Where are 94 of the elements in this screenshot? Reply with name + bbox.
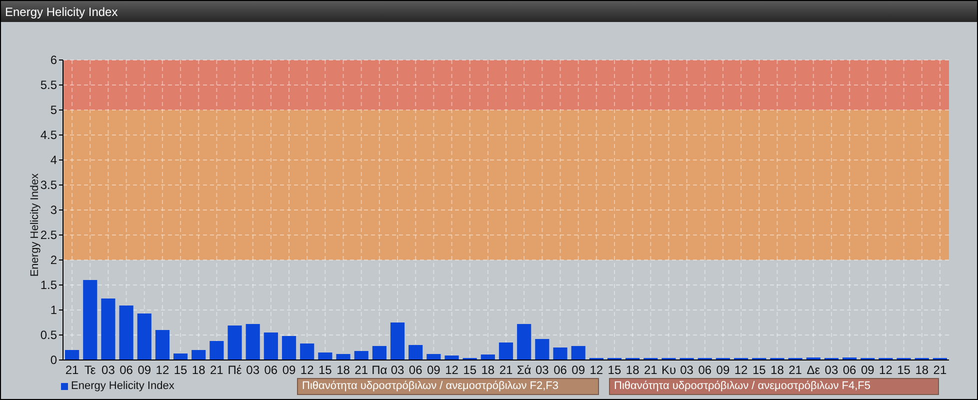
bar [480,354,495,360]
bar [408,345,423,360]
bar [119,306,134,360]
bar [282,336,296,360]
bar [264,332,278,360]
x-tick-label: 21 [644,363,658,377]
x-tick-label: 12 [445,363,458,377]
x-tick-label: 03 [246,363,260,377]
x-tick-label: 18 [915,363,929,377]
bar [137,314,152,360]
bar [535,339,550,360]
x-tick-label: 21 [210,363,224,377]
band-legend-label: Πιθανότητα υδροστρόβιλων / ανεμοστρόβιλων F4,F5 [609,378,939,394]
x-tick-label: 21 [354,363,368,377]
bar [517,324,532,360]
bar [372,346,386,360]
y-tick-label: 6 [50,53,57,67]
bar [444,356,459,360]
x-tick-label: 21 [933,363,947,377]
bar [101,298,116,360]
x-tick-label: 18 [336,363,350,377]
bar [842,358,857,360]
x-tick-label: 21 [65,363,79,377]
bar [65,350,80,360]
y-tick-label: 4.5 [40,128,57,142]
x-tick-label: 09 [282,363,296,377]
x-tick-label: 18 [481,363,495,377]
x-tick-label: 06 [554,363,567,377]
y-tick-label: 1 [50,303,57,317]
x-tick-label: 21 [788,363,802,377]
x-tick-label: 18 [770,363,784,377]
x-tick-label: 06 [408,363,422,377]
x-tick-label: Σά [516,363,532,377]
x-tick-label: 18 [626,363,640,377]
band-legend-label: Πιθανότητα υδροστρόβιλων / ανεμοστρόβιλων F2,F3 [297,378,599,394]
x-tick-label: 09 [572,363,585,377]
x-tick-label: 09 [716,363,730,377]
x-tick-label: 18 [192,363,206,377]
y-tick-label: 2.5 [40,228,57,242]
y-tick-label: 3 [50,203,57,217]
x-tick-label: 06 [120,363,133,377]
x-tick-label: 03 [390,363,404,377]
bar [390,322,405,360]
x-tick-label: 21 [499,363,513,377]
x-tick-label: 09 [138,363,152,377]
y-axis-title: Energy Helicity Index [29,173,41,277]
x-tick-label: 03 [102,363,115,377]
x-tick-label: 15 [463,363,477,377]
y-tick-label: 3.5 [40,178,57,192]
y-tick-label: 0 [50,353,57,367]
y-tick-label: 0.5 [40,328,57,342]
x-tick-label: 03 [680,363,694,377]
x-tick-label: Τε [84,363,96,377]
x-tick-label: 15 [608,363,622,377]
bar [300,344,314,360]
x-tick-label: Δε [806,363,820,377]
y-tick-label: 4 [50,153,57,167]
x-tick-label: 03 [824,363,838,377]
y-tick-label: 5 [50,103,57,117]
x-tick-label: 12 [300,363,314,377]
x-tick-label: Πα [372,363,388,377]
x-tick-label: 12 [590,363,604,377]
bar [426,354,441,360]
y-tick-label: 1.5 [40,278,57,292]
x-tick-label: 15 [174,363,188,377]
bar [155,330,170,360]
x-tick-label: 06 [698,363,712,377]
x-tick-label: 09 [860,363,874,377]
x-tick-label: 09 [427,363,440,377]
bar [498,342,514,360]
x-tick-label: 12 [879,363,892,377]
x-tick-label: 06 [842,363,856,377]
bar [210,341,224,360]
bar [806,358,820,360]
window-title: Energy Helicity Index [5,4,118,20]
x-tick-label: 12 [156,363,170,377]
x-tick-label: 15 [752,363,766,377]
y-tick-label: 5.5 [40,78,57,92]
bar [228,326,242,360]
y-tick-label: 2 [50,253,57,267]
x-tick-label: Πέ [228,363,242,377]
x-tick-label: 15 [318,363,332,377]
x-tick-label: 06 [264,363,278,377]
bar [571,346,586,360]
x-tick-label: Κυ [661,363,676,377]
bar [553,348,568,360]
bar [336,354,350,360]
bar [246,324,260,360]
x-tick-label: 12 [734,363,748,377]
bar [354,351,368,360]
legend-label: Energy Helicity Index [71,378,174,394]
x-tick-label: 03 [535,363,549,377]
x-tick-label: 15 [897,363,910,377]
bar [192,350,206,360]
